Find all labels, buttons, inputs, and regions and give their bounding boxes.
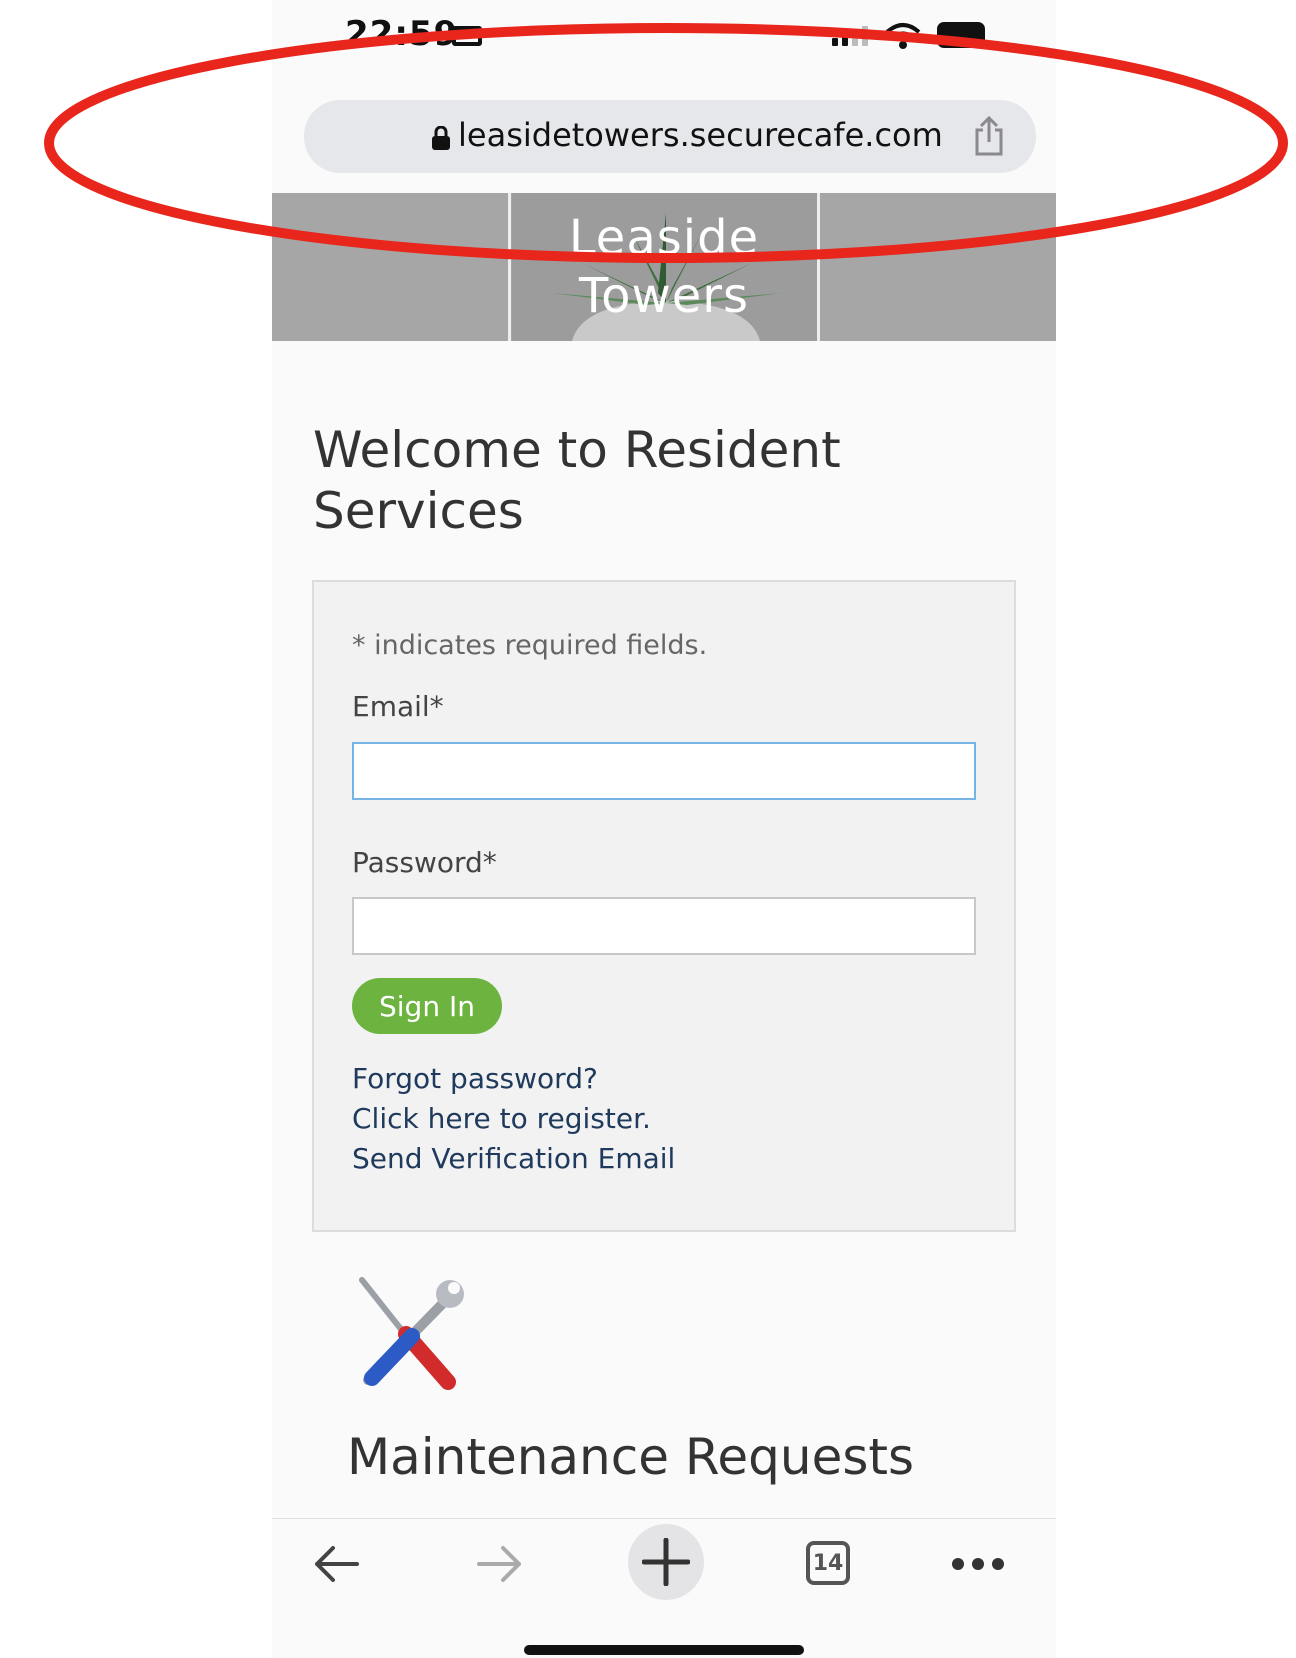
new-tab-icon [642,1538,690,1586]
more-icon [952,1558,1004,1570]
required-note: * indicates required fields. [352,630,708,661]
status-time: 22:59 [345,14,459,54]
home-indicator [524,1645,804,1655]
more-button[interactable] [940,1528,1016,1600]
header-banner: Leaside Towers [272,193,1056,341]
register-link[interactable]: Click here to register. [352,1102,651,1135]
sign-in-button[interactable]: Sign In [352,978,502,1034]
property-title: Leaside Towers [272,209,1056,325]
back-button[interactable] [298,1528,374,1600]
new-tab-button[interactable] [628,1524,704,1600]
login-form: * indicates required fields. Email* Pass… [312,580,1016,1232]
back-icon [315,1546,359,1582]
forward-button[interactable] [462,1528,538,1600]
email-label: Email* [352,690,444,723]
property-title-line1: Leaside [568,210,760,266]
lock-icon [432,126,450,150]
toolbar-divider [272,1518,1056,1519]
tools-icon[interactable] [350,1276,470,1390]
password-field[interactable] [352,897,976,955]
property-title-line2: Towers [578,268,750,324]
share-icon[interactable] [972,116,1006,156]
forward-icon [477,1546,521,1582]
address-bar[interactable]: leasidetowers.securecafe.com [304,100,1036,173]
send-verification-link[interactable]: Send Verification Email [352,1142,675,1175]
tabs-icon[interactable]: 14 [806,1541,850,1585]
wifi-icon [885,23,921,49]
page-title: Welcome to Resident Services [313,421,841,540]
url-text: leasidetowers.securecafe.com [458,116,943,154]
signal-icon [832,26,868,46]
email-field[interactable] [352,742,976,800]
message-icon [452,26,482,46]
forgot-password-link[interactable]: Forgot password? [352,1062,598,1095]
password-label: Password* [352,846,497,879]
maintenance-requests-title[interactable]: Maintenance Requests [347,1428,914,1486]
battery-icon [937,22,985,48]
